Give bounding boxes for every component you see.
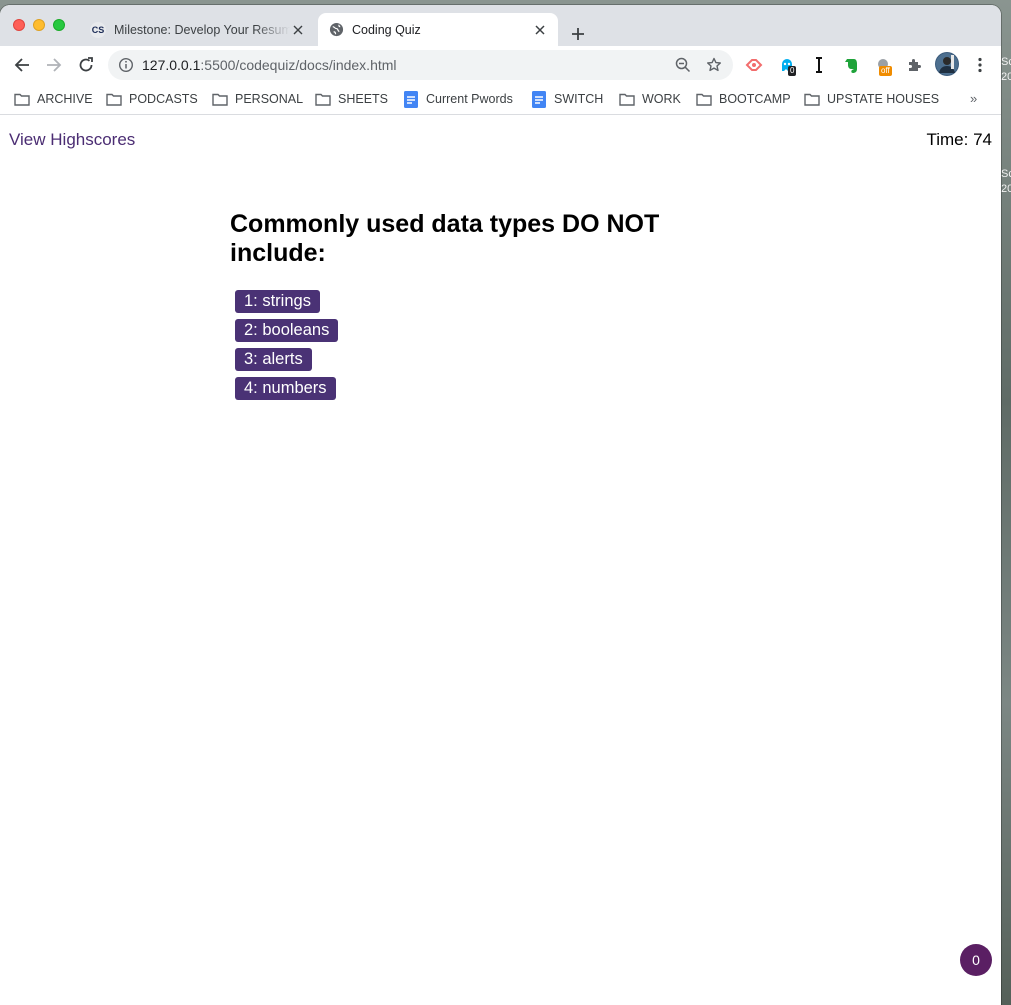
bookmark-upstate-houses[interactable]: UPSTATE HOUSES [804, 88, 939, 110]
answer-button-3[interactable]: 3: alerts [235, 348, 312, 371]
view-highscores-link[interactable]: View Highscores [9, 130, 135, 150]
desktop-text: 20 [1001, 71, 1011, 83]
zoom-out-icon[interactable] [674, 56, 692, 74]
bookmark-star-icon[interactable] [705, 56, 723, 74]
cast-extension-icon[interactable] [744, 55, 764, 75]
folder-icon [315, 91, 331, 107]
desktop-text: Sc [1001, 56, 1011, 68]
folder-icon [106, 91, 122, 107]
cs-favicon-icon: CS [90, 21, 106, 38]
tab-title: Coding Quiz [352, 22, 421, 37]
folder-icon [696, 91, 712, 107]
evernote-extension-icon[interactable] [841, 55, 861, 75]
back-arrow-icon[interactable] [10, 53, 34, 77]
address-bar[interactable]: 127.0.0.1:5500/codequiz/docs/index.html [108, 50, 733, 80]
doc-icon [403, 90, 419, 108]
doc-icon [531, 90, 547, 108]
bookmark-work[interactable]: WORK [619, 88, 681, 110]
ghostery-extension-icon[interactable]: 0 [777, 55, 797, 76]
tab-coding-quiz[interactable]: Coding Quiz [318, 13, 558, 46]
close-tab-icon[interactable] [532, 22, 548, 38]
browser-window: CS Milestone: Develop Your Resume Coding… [0, 5, 1001, 1005]
folder-icon [619, 91, 635, 107]
page-content: View Highscores Time: 74 Commonly used d… [0, 116, 1001, 1005]
bookmark-sheets[interactable]: SHEETS [315, 88, 388, 110]
chat-badge-button[interactable]: 0 [960, 944, 992, 976]
folder-icon [212, 91, 228, 107]
bookmark-bootcamp[interactable]: BOOTCAMP [696, 88, 791, 110]
bookmark-switch[interactable]: SWITCH [531, 88, 603, 110]
folder-icon [14, 91, 30, 107]
timer-display: Time: 74 [926, 130, 992, 149]
desktop-text: Sc [1001, 168, 1011, 180]
close-tab-icon[interactable] [290, 22, 306, 38]
bookmarks-bar: ARCHIVE PODCASTS PERSONAL SHEETS Current… [0, 84, 1001, 115]
tab-strip: CS Milestone: Develop Your Resume Coding… [0, 5, 1001, 46]
answer-list: 1: strings 2: booleans 3: alerts 4: numb… [235, 290, 339, 406]
browser-toolbar: 127.0.0.1:5500/codequiz/docs/index.html … [0, 46, 1001, 84]
honey-extension-icon[interactable]: off [874, 55, 894, 76]
forward-arrow-icon[interactable] [42, 53, 66, 77]
tab-title: Milestone: Develop Your Resume [114, 22, 290, 37]
tab-milestone[interactable]: CS Milestone: Develop Your Resume [80, 13, 316, 46]
new-tab-icon[interactable] [568, 24, 588, 44]
answer-button-1[interactable]: 1: strings [235, 290, 320, 313]
minimize-window-button[interactable] [33, 19, 45, 31]
bookmarks-overflow-chevron-icon[interactable]: » [970, 91, 977, 106]
info-icon[interactable] [118, 57, 134, 73]
desktop-text: 20 [1001, 183, 1011, 195]
close-window-button[interactable] [13, 19, 25, 31]
globe-icon [328, 22, 344, 38]
answer-button-4[interactable]: 4: numbers [235, 377, 336, 400]
question-title: Commonly used data types DO NOT include: [230, 210, 660, 267]
zoom-window-button[interactable] [53, 19, 65, 31]
url-text[interactable]: 127.0.0.1:5500/codequiz/docs/index.html [142, 57, 397, 73]
answer-button-2[interactable]: 2: booleans [235, 319, 339, 342]
bookmark-current-pwords[interactable]: Current Pwords [403, 88, 513, 110]
bookmark-podcasts[interactable]: PODCASTS [106, 88, 198, 110]
instapaper-extension-icon[interactable] [809, 55, 829, 75]
folder-icon [804, 91, 820, 107]
more-menu-icon[interactable] [970, 55, 990, 75]
reload-icon[interactable] [74, 53, 98, 77]
extensions-puzzle-icon[interactable] [904, 55, 924, 75]
bookmark-archive[interactable]: ARCHIVE [14, 88, 93, 110]
bookmark-personal[interactable]: PERSONAL [212, 88, 303, 110]
profile-avatar[interactable] [935, 52, 959, 76]
